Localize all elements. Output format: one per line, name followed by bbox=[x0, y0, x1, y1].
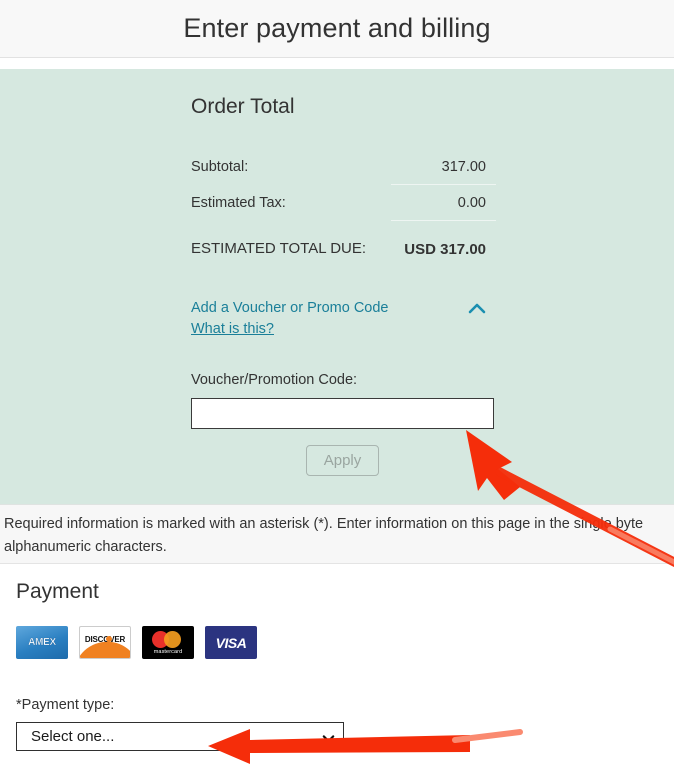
required-info-notice: Required information is marked with an a… bbox=[0, 504, 674, 564]
estimated-tax-value: 0.00 bbox=[391, 184, 496, 221]
discover-card-label: DISCOVER bbox=[84, 635, 126, 644]
mastercard-yellow-circle bbox=[164, 631, 181, 648]
page-title: Enter payment and billing bbox=[183, 13, 491, 43]
payment-section: Payment AMEX DISCOVER mastercard VISA *P… bbox=[0, 564, 674, 751]
page-header: Enter payment and billing bbox=[0, 0, 674, 58]
payment-type-select[interactable]: Select one... bbox=[16, 722, 344, 751]
estimated-total-due-label: ESTIMATED TOTAL DUE: bbox=[191, 240, 367, 258]
mastercard-card-label: mastercard bbox=[153, 649, 183, 655]
what-is-this-link[interactable]: What is this? bbox=[191, 319, 274, 340]
add-voucher-toggle[interactable]: Add a Voucher or Promo Code bbox=[191, 298, 436, 319]
visa-card-logo: VISA bbox=[205, 626, 257, 659]
table-row: Estimated Tax: 0.00 bbox=[191, 184, 496, 221]
discover-dot-shape bbox=[106, 636, 112, 642]
payment-heading: Payment bbox=[16, 580, 99, 603]
accepted-cards-list: AMEX DISCOVER mastercard VISA bbox=[16, 626, 658, 659]
voucher-section-header: Add a Voucher or Promo Code What is this… bbox=[191, 298, 496, 340]
voucher-code-input[interactable] bbox=[191, 398, 494, 429]
payment-type-select-wrapper: Select one... bbox=[16, 722, 344, 751]
voucher-code-label: Voucher/Promotion Code: bbox=[191, 372, 358, 388]
order-summary-panel: Order Total Subtotal: 317.00 Estimated T… bbox=[0, 69, 674, 504]
order-totals-table: Subtotal: 317.00 Estimated Tax: 0.00 EST… bbox=[191, 149, 496, 264]
subtotal-value: 317.00 bbox=[391, 149, 496, 185]
discover-card-logo: DISCOVER bbox=[79, 626, 131, 659]
required-info-text: Required information is marked with an a… bbox=[4, 516, 644, 555]
table-row: Subtotal: 317.00 bbox=[191, 149, 496, 185]
amex-card-logo: AMEX bbox=[16, 626, 68, 659]
apply-voucher-button[interactable]: Apply bbox=[305, 445, 380, 476]
table-row: ESTIMATED TOTAL DUE: USD 317.00 bbox=[191, 221, 496, 265]
order-total-heading: Order Total bbox=[191, 95, 295, 118]
payment-type-label: *Payment type: bbox=[16, 697, 115, 713]
chevron-up-icon[interactable] bbox=[466, 300, 488, 318]
mastercard-card-logo: mastercard bbox=[142, 626, 194, 659]
estimated-tax-label: Estimated Tax: bbox=[191, 194, 286, 211]
visa-card-label: VISA bbox=[215, 634, 247, 651]
amex-card-label: AMEX bbox=[28, 637, 56, 648]
header-spacer bbox=[0, 58, 674, 69]
estimated-total-due-value: USD 317.00 bbox=[404, 240, 486, 258]
subtotal-label: Subtotal: bbox=[191, 158, 249, 175]
